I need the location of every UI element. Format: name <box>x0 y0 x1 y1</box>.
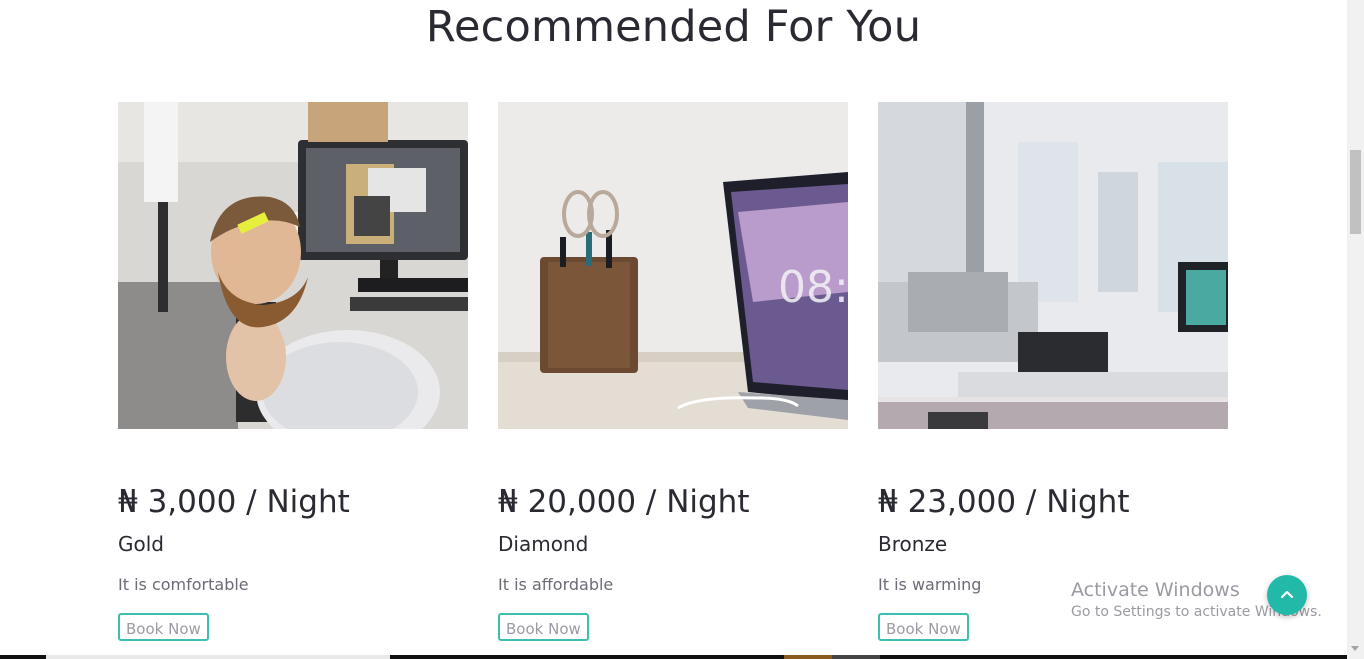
room-photo <box>878 102 1228 429</box>
room-name: Bronze <box>878 532 948 556</box>
section-title: Recommended For You <box>425 2 922 52</box>
room-description: It is comfortable <box>118 575 249 594</box>
room-photo: 08: <box>498 102 848 429</box>
chevron-up-icon <box>1280 590 1294 599</box>
room-name: Diamond <box>498 532 589 556</box>
room-price: ₦ 20,000 / Night <box>498 484 750 520</box>
room-description: It is affordable <box>498 575 614 594</box>
book-now-button[interactable]: Book Now <box>118 613 209 641</box>
bottom-strip <box>0 655 1347 659</box>
room-card-bronze: ₦ 23,000 / Night Bronze It is warming Bo… <box>878 102 1228 641</box>
scrollbar-thumb[interactable] <box>1350 150 1361 234</box>
room-price: ₦ 23,000 / Night <box>878 484 1130 520</box>
room-description: It is warming <box>878 575 982 594</box>
scroll-down-arrow-icon[interactable] <box>1351 646 1359 651</box>
svg-text:08:: 08: <box>778 262 848 313</box>
vertical-scrollbar[interactable] <box>1347 0 1364 659</box>
scroll-to-top-button[interactable] <box>1267 575 1307 615</box>
room-name: Gold <box>118 532 164 556</box>
room-card-diamond: 08: ₦ 20,000 / Night Diamond It is affor… <box>498 102 848 641</box>
book-now-button[interactable]: Book Now <box>498 613 589 641</box>
room-card-gold: ₦ 3,000 / Night Gold It is comfortable B… <box>118 102 468 641</box>
book-now-button[interactable]: Book Now <box>878 613 969 641</box>
room-photo <box>118 102 468 429</box>
room-price: ₦ 3,000 / Night <box>118 484 350 520</box>
page: Recommended For You ₦ 3,000 / Night Gold… <box>0 0 1347 659</box>
